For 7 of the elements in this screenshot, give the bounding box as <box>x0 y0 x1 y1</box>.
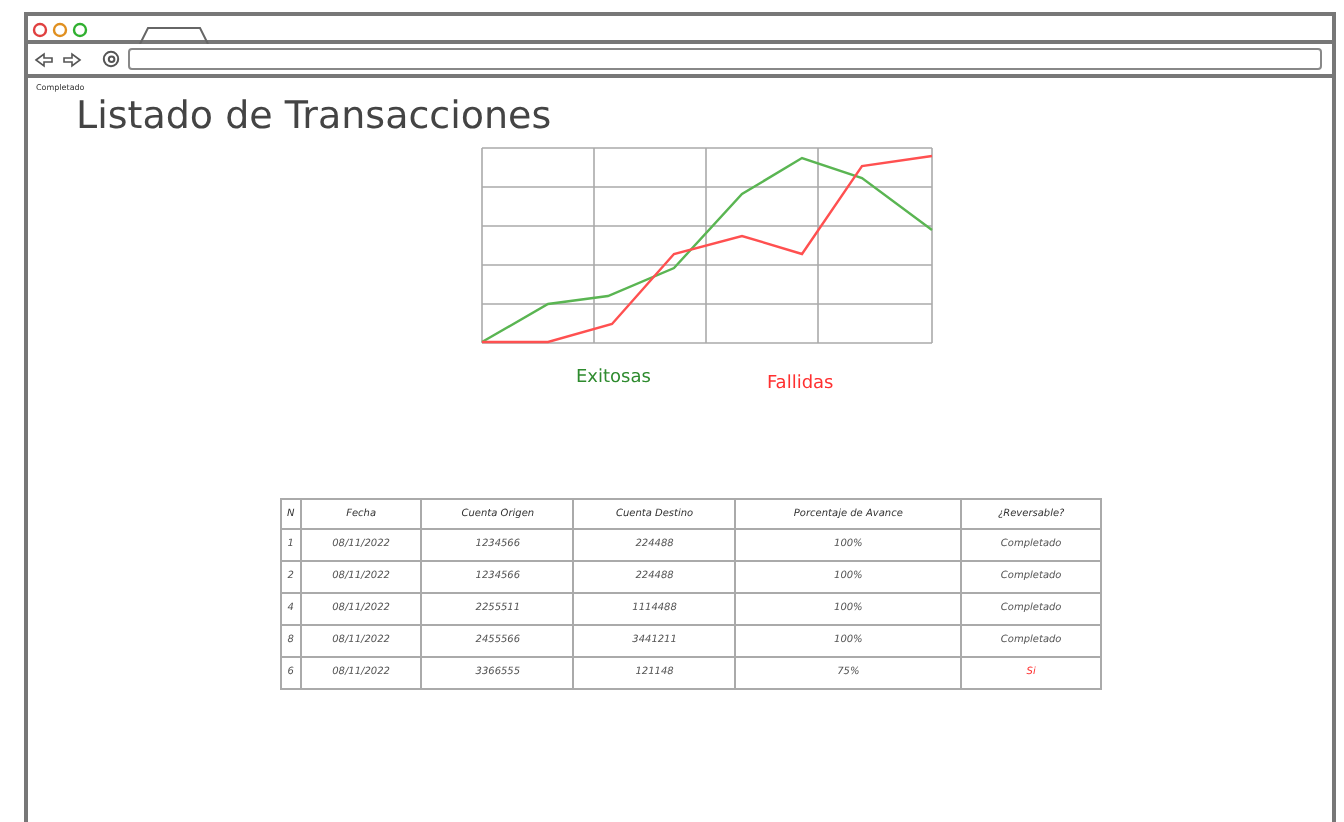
legend-label: Fallidas <box>766 371 834 398</box>
address-field[interactable] <box>128 48 1322 70</box>
back-icon[interactable] <box>34 51 54 67</box>
legend-label: Exitosas <box>576 365 651 392</box>
browser-tab[interactable] <box>138 26 210 44</box>
forward-icon[interactable] <box>62 51 82 67</box>
page-title: Listado de Transacciones <box>76 96 554 138</box>
